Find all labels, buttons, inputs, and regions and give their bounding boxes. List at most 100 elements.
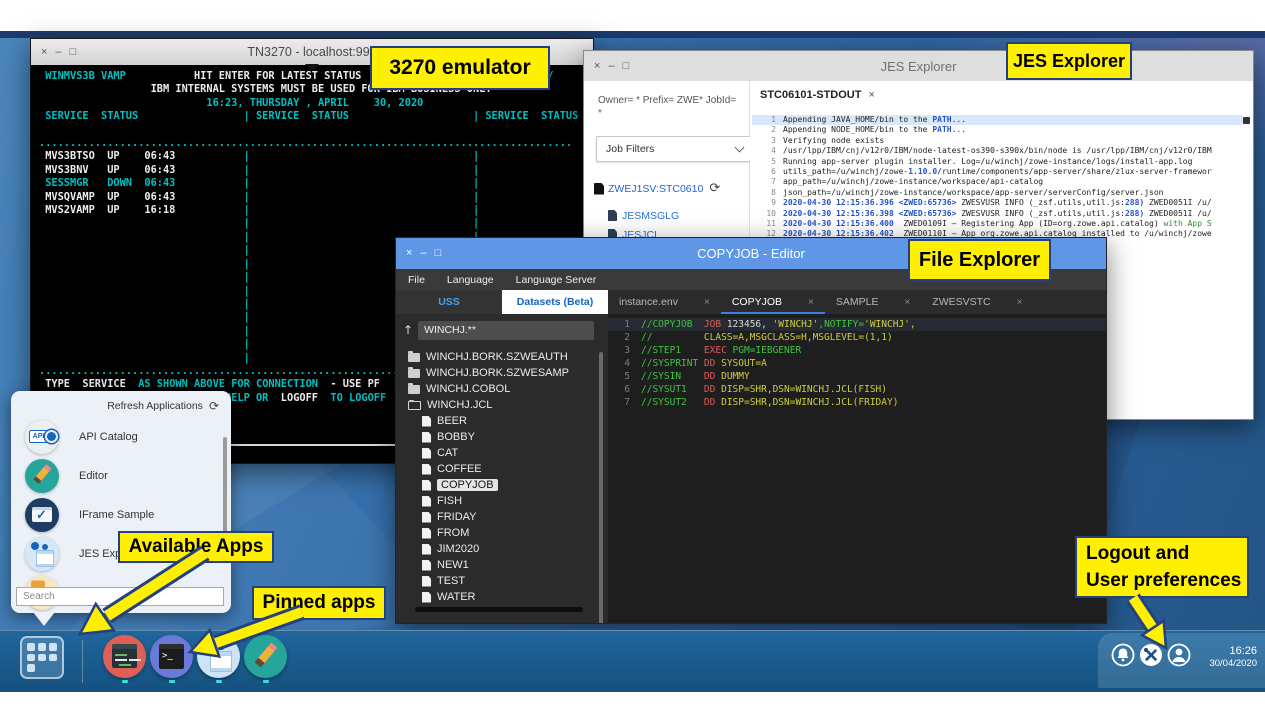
clock-date: 30/04/2020 xyxy=(1209,658,1257,670)
jes-titlebar[interactable]: × – □ JES Explorer xyxy=(584,51,1253,82)
tree-item[interactable]: WINCHJ.JCL xyxy=(396,397,608,413)
tree-item[interactable]: WINCHJ.BORK.SZWEAUTH xyxy=(396,349,608,365)
panel-tab-datasets-beta-[interactable]: Datasets (Beta) xyxy=(502,290,608,314)
folder-icon xyxy=(408,353,420,362)
maximize-icon[interactable]: □ xyxy=(435,248,442,259)
clock-time: 16:26 xyxy=(1209,644,1257,658)
maximize-icon[interactable]: □ xyxy=(623,61,630,72)
pinned-app-vt-terminal-icon[interactable] xyxy=(150,635,193,678)
minimize-icon[interactable]: – xyxy=(420,248,426,259)
tab-close-icon[interactable]: × xyxy=(808,297,814,308)
tree-item[interactable]: FRIDAY xyxy=(396,509,608,525)
tree-item[interactable]: COPYJOB xyxy=(396,477,608,493)
app-menu-item[interactable]: Editor xyxy=(11,456,231,495)
app-menu-item[interactable]: API Catalog xyxy=(11,417,231,456)
tree-item[interactable]: JIM2020 xyxy=(396,541,608,557)
editor-tab[interactable]: instance.env× xyxy=(608,290,721,314)
tree-item-label: FRIDAY xyxy=(437,511,477,523)
window-controls: × – □ xyxy=(41,47,76,58)
close-icon[interactable]: × xyxy=(406,248,412,259)
tree-item[interactable]: WINCHJ.COBOL xyxy=(396,381,608,397)
app-launcher-button[interactable] xyxy=(20,636,64,679)
window-controls: × – □ xyxy=(406,248,441,259)
editor-tab[interactable]: ZWESVSTC× xyxy=(921,290,1033,314)
scrollbar-thumb[interactable] xyxy=(1243,117,1250,124)
refresh-applications-button[interactable]: Refresh Applications ⟳ xyxy=(107,399,219,413)
up-arrow-icon[interactable]: ↑ xyxy=(403,323,413,337)
folder-open-icon xyxy=(408,401,421,410)
jes-window-title: JES Explorer xyxy=(584,59,1253,74)
tree-item[interactable]: FISH xyxy=(396,493,608,509)
horizontal-scrollbar[interactable] xyxy=(415,607,583,612)
log-line: 1Appending JAVA_HOME/bin to the PATH... xyxy=(752,115,1243,125)
close-icon[interactable]: × xyxy=(594,61,600,72)
refresh-icon[interactable]: ⟳ xyxy=(709,181,720,196)
tab-close-icon[interactable]: × xyxy=(1017,297,1023,308)
code-line: 1//COPYJOB JOB 123456, 'WINCHJ',NOTIFY='… xyxy=(608,318,1106,331)
code-line: 2// CLASS=A,MSGCLASS=H,MSGLEVEL=(1,1) xyxy=(608,331,1106,344)
tree-item[interactable]: BEER xyxy=(396,413,608,429)
editor-tab[interactable]: SAMPLE× xyxy=(825,290,921,314)
editor-tab-bar: instance.env×COPYJOB×SAMPLE×ZWESVSTC× xyxy=(608,290,1106,314)
app-menu-item[interactable]: IFrame Sample xyxy=(11,495,231,534)
annotation-pinned-apps: Pinned apps xyxy=(252,586,386,620)
api-app-icon xyxy=(25,420,59,454)
editor-tab[interactable]: COPYJOB× xyxy=(721,290,825,314)
tree-item[interactable]: COFFEE xyxy=(396,461,608,477)
tree-item[interactable]: FROM xyxy=(396,525,608,541)
system-tray: 16:26 30/04/2020 xyxy=(1098,633,1265,688)
menu-scrollbar[interactable] xyxy=(223,437,227,545)
pinned-app-3270-terminal-icon[interactable] xyxy=(103,635,146,678)
log-line: 3Verifying node exists xyxy=(752,136,1243,146)
notifications-bell-icon[interactable] xyxy=(1111,643,1135,667)
terminal-line: SESSMGR DOWN 06:43 | | xyxy=(39,177,585,190)
job-name-link[interactable]: ZWEJ1SV:STC0610 xyxy=(608,183,703,195)
tree-item-label: WINCHJ.BORK.SZWEAUTH xyxy=(426,351,568,363)
job-tree-node[interactable]: ZWEJ1SV:STC0610 ⟳ xyxy=(594,181,744,196)
pinned-app-editor-icon[interactable] xyxy=(244,635,287,678)
folder-icon xyxy=(408,385,420,394)
editor-app-icon xyxy=(25,459,59,493)
user-account-icon[interactable] xyxy=(1167,643,1191,667)
menu-file[interactable]: File xyxy=(408,274,425,286)
tree-item[interactable]: TEST xyxy=(396,573,608,589)
spool-tab-label: STC06101-STDOUT xyxy=(760,89,861,101)
app-search-input[interactable]: Search xyxy=(16,587,224,606)
tab-close-icon[interactable]: × xyxy=(904,297,910,308)
dataset-search-input[interactable]: WINCHJ.** xyxy=(418,321,594,340)
file-icon xyxy=(422,480,431,491)
spool-output-tab[interactable]: STC06101-STDOUT × xyxy=(760,89,875,101)
spool-file-item[interactable]: JESMSGLG xyxy=(608,209,744,222)
menu-language-server[interactable]: Language Server xyxy=(516,274,597,286)
file-icon xyxy=(422,448,431,459)
tree-item[interactable]: WINCHJ.BORK.SZWESAMP xyxy=(396,365,608,381)
tab-close-icon[interactable]: × xyxy=(704,297,710,308)
panel-tab-uss[interactable]: USS xyxy=(396,290,502,314)
tree-item-label: COPYJOB xyxy=(437,479,498,491)
annotation-file-explorer: File Explorer xyxy=(908,239,1051,281)
maximize-icon[interactable]: □ xyxy=(70,47,77,58)
tree-item[interactable]: BOBBY xyxy=(396,429,608,445)
vertical-scrollbar[interactable] xyxy=(599,352,603,623)
chevron-down-icon[interactable] xyxy=(305,64,319,71)
refresh-applications-label: Refresh Applications xyxy=(107,400,203,412)
tree-item-label: CAT xyxy=(437,447,458,459)
menu-language[interactable]: Language xyxy=(447,274,494,286)
job-filters-label: Job Filters xyxy=(606,143,654,155)
tree-item[interactable]: NEW1 xyxy=(396,557,608,573)
file-icon xyxy=(422,464,431,475)
tree-item-label: WINCHJ.JCL xyxy=(427,399,492,411)
close-icon[interactable]: × xyxy=(868,89,874,101)
minimize-icon[interactable]: – xyxy=(55,47,61,58)
log-line: 92020-04-30 12:15:36.396 <ZWED:65736> ZW… xyxy=(752,198,1243,208)
close-icon[interactable]: × xyxy=(41,47,47,58)
settings-tools-icon[interactable] xyxy=(1139,643,1163,667)
job-filters-dropdown[interactable]: Job Filters xyxy=(596,136,753,162)
minimize-icon[interactable]: – xyxy=(608,61,614,72)
tree-item[interactable]: CAT xyxy=(396,445,608,461)
tree-item[interactable]: WATER xyxy=(396,589,608,605)
pinned-app-jes-explorer-icon[interactable] xyxy=(197,635,240,678)
app-menu-item-label: IFrame Sample xyxy=(79,509,154,521)
code-line: 6//SYSUT1 DD DISP=SHR,DSN=WINCHJ.JCL(FIS… xyxy=(608,383,1106,396)
code-editor[interactable]: 1//COPYJOB JOB 123456, 'WINCHJ',NOTIFY='… xyxy=(608,314,1106,623)
